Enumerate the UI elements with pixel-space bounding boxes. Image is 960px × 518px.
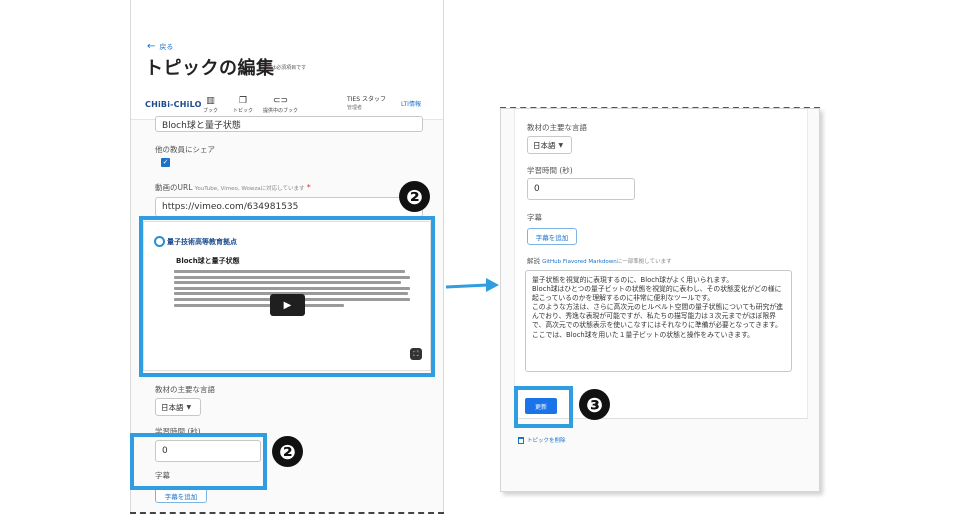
markdown-link[interactable]: GitHub Flavored Markdown bbox=[542, 259, 617, 265]
required-note: * は必須項目です bbox=[267, 65, 307, 71]
video-url-label: 動画のURL YouTube, Vimeo, Wowzaに対応しています * bbox=[155, 183, 311, 192]
chevron-down-icon: ▼ bbox=[186, 403, 192, 411]
language-select[interactable]: 日本語 ▼ bbox=[527, 136, 572, 154]
nav-book[interactable]: ▥ ブック bbox=[203, 96, 218, 114]
language-label: 教材の主要な言語 bbox=[155, 385, 215, 394]
page-title: トピックの編集 bbox=[145, 58, 275, 79]
study-time-highlight-frame bbox=[130, 433, 267, 490]
topic-icon: ❐ bbox=[238, 96, 248, 106]
description-label: 解説 GitHub Flavored Markdownに一部準拠しています bbox=[527, 257, 672, 265]
study-time-label: 学習時間 (秒) bbox=[527, 166, 573, 175]
language-select[interactable]: 日本語 ▼ bbox=[155, 398, 201, 416]
language-label: 教材の主要な言語 bbox=[527, 123, 587, 132]
subtitles-label: 字幕 bbox=[527, 213, 542, 222]
chevron-down-icon: ▼ bbox=[558, 141, 564, 149]
step-2-badge-bottom: ❷ bbox=[272, 436, 303, 467]
lti-info-link[interactable]: LTI情報 bbox=[401, 99, 421, 108]
nav-topic[interactable]: ❐ トピック bbox=[233, 96, 253, 114]
flow-arrow-icon bbox=[445, 278, 499, 292]
delete-topic-link[interactable]: トピックを削除 bbox=[518, 436, 566, 444]
torn-edge-divider bbox=[130, 512, 444, 514]
app-logo[interactable]: CHiBi-CHiLO bbox=[145, 100, 202, 109]
description-textarea[interactable]: 量子状態を視覚的に表現するのに、Bloch球がよく用いられます。 Bloch球は… bbox=[525, 270, 792, 372]
study-time-input[interactable]: 0 bbox=[527, 178, 635, 200]
share-checkbox[interactable]: ✓ bbox=[161, 158, 170, 167]
video-url-input[interactable]: https://vimeo.com/634981535 bbox=[155, 197, 423, 217]
user-menu[interactable]: TIES スタッフ 管理者 bbox=[347, 96, 386, 112]
add-subtitles-button[interactable]: 字幕を追加 bbox=[527, 228, 577, 245]
back-link[interactable]: ← 戻る bbox=[147, 42, 173, 52]
step-3-badge: ❸ bbox=[579, 389, 610, 420]
right-screenshot-panel: 教材の主要な言語 日本語 ▼ 学習時間 (秒) 0 字幕 字幕を追加 解説 Gi… bbox=[500, 108, 820, 492]
back-arrow-icon: ← bbox=[147, 41, 156, 52]
trash-icon bbox=[518, 436, 524, 444]
book-icon: ▥ bbox=[206, 96, 215, 106]
update-button-highlight-frame bbox=[514, 386, 573, 428]
link-icon: ⊂⊃ bbox=[272, 96, 289, 106]
share-label: 他の教員にシェア bbox=[155, 145, 215, 154]
video-highlight-frame bbox=[139, 216, 435, 377]
right-form-card: 教材の主要な言語 日本語 ▼ 学習時間 (秒) 0 字幕 字幕を追加 解説 Gi… bbox=[514, 109, 808, 419]
nav-provided-books[interactable]: ⊂⊃ 提供中のブック bbox=[263, 96, 298, 114]
add-subtitles-button[interactable]: 字幕を追加 bbox=[155, 488, 207, 503]
step-2-badge-top: ❷ bbox=[399, 181, 430, 212]
topic-title-input[interactable]: Bloch球と量子状態 bbox=[155, 116, 423, 132]
